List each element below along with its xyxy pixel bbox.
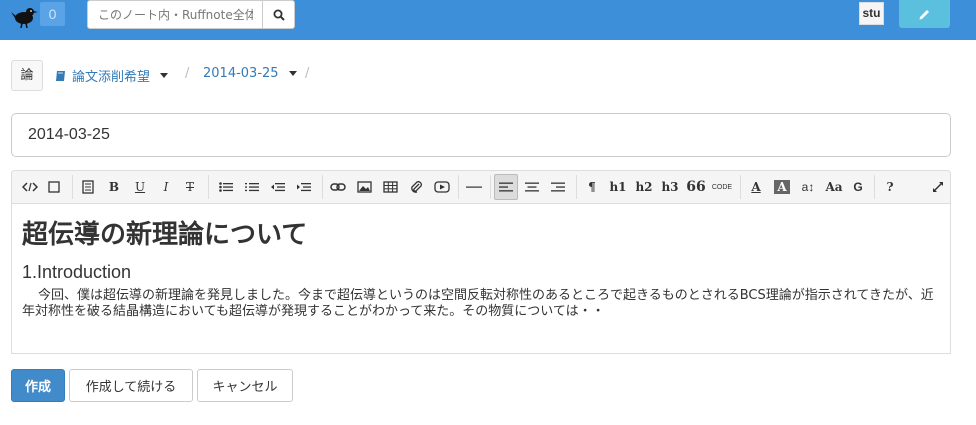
create-button[interactable]: 作成 <box>11 369 65 402</box>
numbered-list-icon <box>245 183 259 192</box>
breadcrumb-page[interactable]: 2014-03-25 <box>203 66 297 81</box>
new-note-button[interactable] <box>899 0 950 28</box>
insert-table-button[interactable] <box>378 174 402 200</box>
insert-image-button[interactable] <box>352 174 376 200</box>
pencil-icon <box>919 9 929 19</box>
document-icon <box>82 180 94 194</box>
notification-count-badge[interactable]: 0 <box>40 2 65 26</box>
cancel-button[interactable]: キャンセル <box>197 369 293 402</box>
indent-icon <box>297 183 311 192</box>
code-block-button[interactable]: CODE <box>708 174 736 200</box>
paragraph-style-button[interactable] <box>76 174 100 200</box>
strikethrough-button[interactable]: T <box>178 174 202 200</box>
align-center-icon <box>525 182 539 192</box>
breadcrumb-separator: / <box>185 66 190 81</box>
line-height-button[interactable]: a↕ <box>796 174 820 200</box>
note-icon[interactable]: 論 <box>11 60 43 91</box>
paragraph-format-button[interactable]: ¶ <box>580 174 604 200</box>
bullet-list-button[interactable] <box>214 174 238 200</box>
document-heading: 超伝導の新理論について <box>22 220 308 250</box>
background-color-label: A <box>774 180 790 194</box>
image-icon <box>356 181 372 193</box>
heading2-button[interactable]: h2 <box>632 174 656 200</box>
title-input[interactable] <box>11 113 951 157</box>
breadcrumb-page-label: 2014-03-25 <box>203 66 279 81</box>
breadcrumb-notebook[interactable]: 論文添削希望 <box>55 66 169 85</box>
link-icon <box>330 183 346 191</box>
search-icon <box>273 9 285 21</box>
fullscreen-button[interactable] <box>926 174 950 200</box>
font-color-button[interactable]: A <box>744 174 768 200</box>
fullscreen-preview-button[interactable] <box>42 174 66 200</box>
video-icon <box>434 181 450 193</box>
attach-file-button[interactable] <box>404 174 428 200</box>
search-input[interactable] <box>87 0 263 29</box>
breadcrumb-separator: / <box>305 66 310 81</box>
heading3-button[interactable]: h3 <box>658 174 682 200</box>
user-avatar[interactable]: stu <box>859 2 884 25</box>
align-right-button[interactable] <box>546 174 570 200</box>
horizontal-rule-button[interactable] <box>462 174 486 200</box>
outdent-icon <box>271 183 285 192</box>
chevron-down-icon <box>160 73 169 78</box>
code-view-icon <box>22 182 38 192</box>
numbered-list-button[interactable] <box>240 174 264 200</box>
insert-video-button[interactable] <box>430 174 454 200</box>
horizontal-rule-icon <box>466 186 482 188</box>
insert-link-button[interactable] <box>326 174 350 200</box>
square-icon <box>48 181 60 193</box>
search-button[interactable] <box>262 0 295 29</box>
background-color-button[interactable]: A <box>770 174 794 200</box>
table-icon <box>382 181 398 193</box>
editor-toolbar: B U I T ¶ h1 h2 h3 66 CODE A A a↕ Aa G ? <box>11 170 951 204</box>
align-left-icon <box>499 182 513 192</box>
font-size-button[interactable]: Aa <box>822 174 846 200</box>
book-icon <box>56 70 65 81</box>
google-fonts-button[interactable]: G <box>846 174 870 200</box>
chevron-down-icon <box>288 71 297 76</box>
underline-button[interactable]: U <box>128 174 152 200</box>
breadcrumb-notebook-label: 論文添削希望 <box>72 70 151 85</box>
heading1-button[interactable]: h1 <box>606 174 630 200</box>
create-and-continue-button[interactable]: 作成して続ける <box>69 369 193 402</box>
ruffnote-logo-icon[interactable] <box>10 3 38 29</box>
align-center-button[interactable] <box>520 174 544 200</box>
source-code-button[interactable] <box>18 174 42 200</box>
indent-button[interactable] <box>292 174 316 200</box>
editor-content[interactable]: 超伝導の新理論について 1.Introduction 今回、僕は超伝導の新理論を… <box>11 204 951 354</box>
blockquote-button[interactable]: 66 <box>684 174 708 200</box>
align-right-icon <box>551 182 565 192</box>
expand-icon <box>932 181 944 193</box>
bold-button[interactable]: B <box>102 174 126 200</box>
help-button[interactable]: ? <box>878 174 902 200</box>
align-left-button[interactable] <box>494 174 518 200</box>
top-navbar: 0 stu <box>0 0 976 40</box>
document-subheading: 1.Introduction <box>22 262 132 282</box>
paperclip-icon <box>411 181 422 193</box>
document-paragraph: 今回、僕は超伝導の新理論を発見しました。今まで超伝導というのは空間反転対称性のあ… <box>22 288 934 319</box>
outdent-button[interactable] <box>266 174 290 200</box>
italic-button[interactable]: I <box>154 174 178 200</box>
bullet-list-icon <box>219 182 233 192</box>
